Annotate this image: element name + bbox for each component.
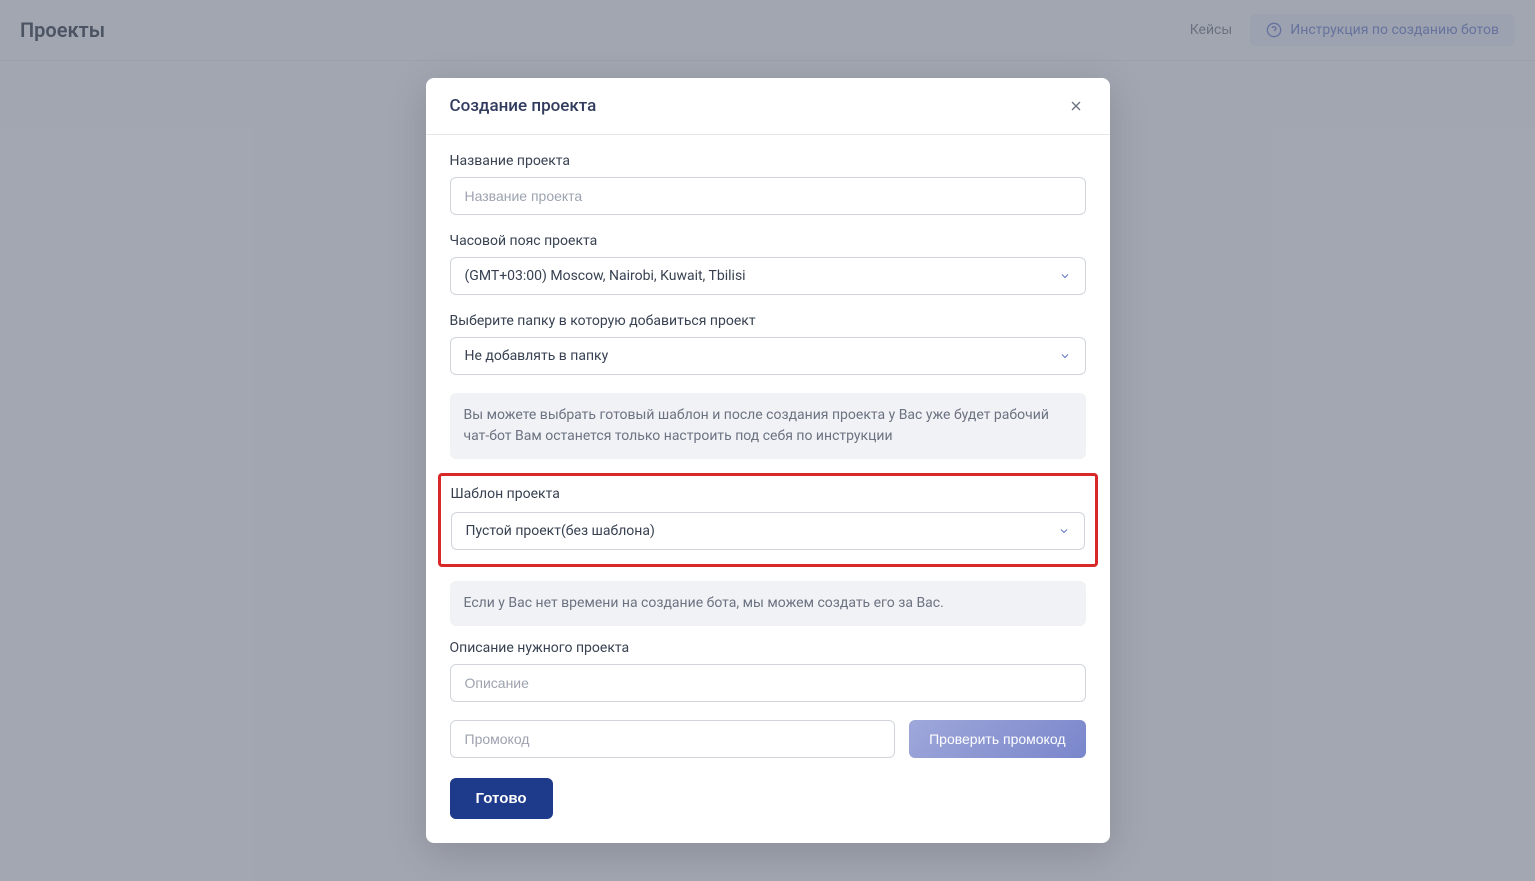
chevron-down-icon [1058, 525, 1070, 537]
create-project-modal: Создание проекта Название проекта Часово… [426, 78, 1110, 843]
timezone-select[interactable]: (GMT+03:00) Moscow, Nairobi, Kuwait, Tbi… [450, 257, 1086, 295]
timezone-label: Часовой пояс проекта [450, 233, 1086, 249]
chevron-down-icon [1059, 270, 1071, 282]
folder-value: Не добавлять в папку [465, 348, 609, 364]
timezone-group: Часовой пояс проекта (GMT+03:00) Moscow,… [450, 233, 1086, 295]
folder-select[interactable]: Не добавлять в папку [450, 337, 1086, 375]
template-select[interactable]: Пустой проект(без шаблона) [451, 512, 1085, 550]
project-name-input[interactable] [450, 177, 1086, 215]
template-value: Пустой проект(без шаблона) [466, 523, 655, 539]
folder-group: Выберите папку в которую добавиться прое… [450, 313, 1086, 375]
promo-input[interactable] [450, 720, 896, 758]
template-info-banner: Вы можете выбрать готовый шаблон и после… [450, 393, 1086, 459]
project-name-label: Название проекта [450, 153, 1086, 169]
close-icon [1068, 98, 1084, 114]
description-input[interactable] [450, 664, 1086, 702]
modal-title: Создание проекта [450, 96, 597, 116]
close-button[interactable] [1066, 96, 1086, 116]
chevron-down-icon [1059, 350, 1071, 362]
description-group: Описание нужного проекта [450, 640, 1086, 702]
description-info-banner: Если у Вас нет времени на создание бота,… [450, 581, 1086, 626]
project-name-group: Название проекта [450, 153, 1086, 215]
modal-body: Название проекта Часовой пояс проекта (G… [426, 135, 1110, 843]
promo-check-button[interactable]: Проверить промокод [909, 720, 1085, 758]
template-highlighted-section: Шаблон проекта Пустой проект(без шаблона… [438, 473, 1098, 567]
description-label: Описание нужного проекта [450, 640, 1086, 656]
promo-row: Проверить промокод [450, 720, 1086, 758]
timezone-value: (GMT+03:00) Moscow, Nairobi, Kuwait, Tbi… [465, 268, 746, 284]
modal-header: Создание проекта [426, 78, 1110, 135]
submit-button[interactable]: Готово [450, 778, 553, 819]
template-label: Шаблон проекта [451, 486, 1085, 502]
folder-label: Выберите папку в которую добавиться прое… [450, 313, 1086, 329]
